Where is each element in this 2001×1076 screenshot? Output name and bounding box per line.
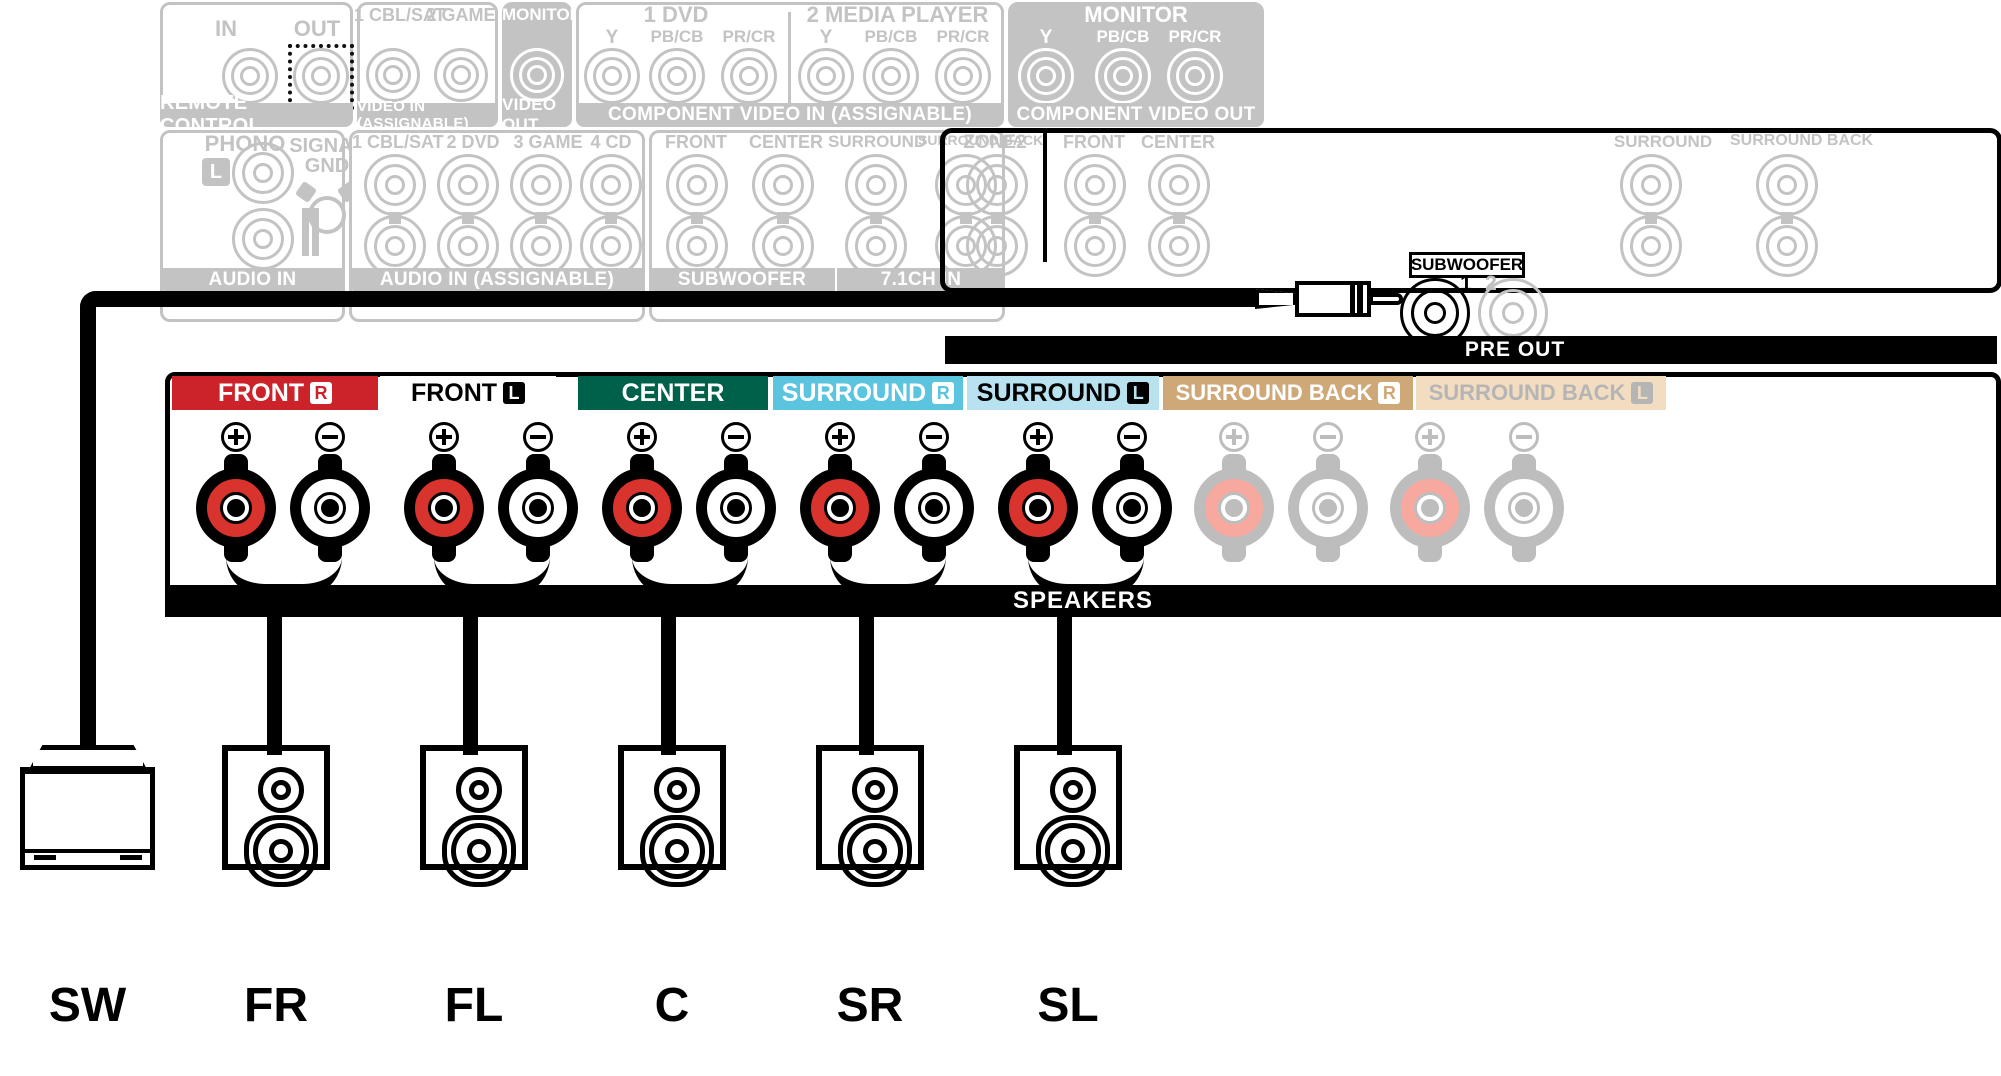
device-label-c: C bbox=[654, 979, 690, 1032]
device-label-sw: SW bbox=[48, 979, 127, 1032]
speaker-binding-post-negative[interactable] bbox=[696, 454, 776, 562]
tweeter-dome-icon bbox=[1063, 780, 1083, 800]
speaker-binding-post-negative[interactable] bbox=[1092, 454, 1172, 562]
speaker-label-surround-back-r: SURROUND BACK R bbox=[1163, 376, 1413, 410]
woofer-dustcap-icon bbox=[269, 839, 293, 863]
device-label-sr: SR bbox=[836, 979, 904, 1032]
speaker-binding-post-negative[interactable] bbox=[498, 454, 578, 562]
channel-chip: R bbox=[1378, 382, 1401, 404]
speaker-device-fr[interactable] bbox=[222, 745, 330, 887]
subwoofer-cable-plug bbox=[1255, 281, 1415, 317]
speaker-label-center: CENTER bbox=[578, 376, 768, 410]
tweeter-dome-icon bbox=[271, 780, 291, 800]
speaker-binding-post-positive[interactable] bbox=[1194, 454, 1274, 562]
speaker-label-front-l: FRONT L bbox=[380, 376, 556, 410]
channel-chip: L bbox=[1631, 382, 1654, 404]
speaker-binding-post-positive[interactable] bbox=[800, 454, 880, 562]
speaker-label-front-r: FRONT R bbox=[172, 376, 378, 410]
speaker-device-c[interactable] bbox=[618, 745, 726, 887]
speaker-binding-post-positive[interactable] bbox=[196, 454, 276, 562]
speaker-label-text: SURROUND BACK bbox=[1175, 380, 1373, 405]
speaker-device-fl[interactable] bbox=[420, 745, 528, 887]
subwoofer-preout-jack-2-number: 2 bbox=[1485, 272, 1497, 295]
channel-chip: L bbox=[1127, 382, 1150, 404]
device-label-sl: SL bbox=[1037, 979, 1099, 1032]
speaker-label-text: CENTER bbox=[621, 378, 725, 407]
subwoofer-device-sw[interactable] bbox=[20, 745, 155, 870]
speaker-device-sr[interactable] bbox=[816, 745, 924, 887]
channel-chip: R bbox=[932, 382, 955, 404]
channel-chip: R bbox=[310, 382, 333, 404]
woofer-dustcap-icon bbox=[863, 839, 887, 863]
speakers-bar: SPEAKERS bbox=[165, 585, 2001, 617]
speaker-label-text: FRONT bbox=[410, 378, 498, 407]
tweeter-dome-icon bbox=[667, 780, 687, 800]
woofer-dustcap-icon bbox=[1061, 839, 1085, 863]
speaker-binding-post-negative[interactable] bbox=[290, 454, 370, 562]
subwoofer-cable-horizontal bbox=[96, 291, 1266, 307]
speaker-binding-post-positive[interactable] bbox=[998, 454, 1078, 562]
speaker-label-text: FRONT bbox=[217, 378, 305, 407]
device-label-fl: FL bbox=[444, 979, 504, 1032]
speaker-label-surround-back-l: SURROUND BACK L bbox=[1416, 376, 1666, 410]
speaker-label-text: SURROUND BACK bbox=[1428, 380, 1626, 405]
tweeter-dome-icon bbox=[469, 780, 489, 800]
pre-out-bar: PRE OUT bbox=[1190, 336, 1840, 364]
subwoofer-cable-vertical bbox=[80, 315, 96, 750]
speaker-binding-post-positive[interactable] bbox=[404, 454, 484, 562]
speaker-binding-post-negative[interactable] bbox=[1484, 454, 1564, 562]
speaker-binding-post-negative[interactable] bbox=[894, 454, 974, 562]
speaker-label-surround-r: SURROUND R bbox=[773, 376, 963, 410]
speaker-device-sl[interactable] bbox=[1014, 745, 1122, 887]
speaker-label-text: SURROUND bbox=[781, 378, 927, 407]
woofer-dustcap-icon bbox=[665, 839, 689, 863]
speaker-label-surround-l: SURROUND L bbox=[967, 376, 1159, 410]
tweeter-dome-icon bbox=[865, 780, 885, 800]
speaker-label-text: SURROUND bbox=[976, 378, 1122, 407]
device-label-fr: FR bbox=[244, 979, 308, 1032]
woofer-dustcap-icon bbox=[467, 839, 491, 863]
speaker-binding-post-positive[interactable] bbox=[1390, 454, 1470, 562]
subwoofer-preout-jack-1-number: 1 bbox=[1460, 272, 1472, 295]
speaker-binding-post-negative[interactable] bbox=[1288, 454, 1368, 562]
channel-chip: L bbox=[503, 382, 526, 404]
speaker-binding-post-positive[interactable] bbox=[602, 454, 682, 562]
